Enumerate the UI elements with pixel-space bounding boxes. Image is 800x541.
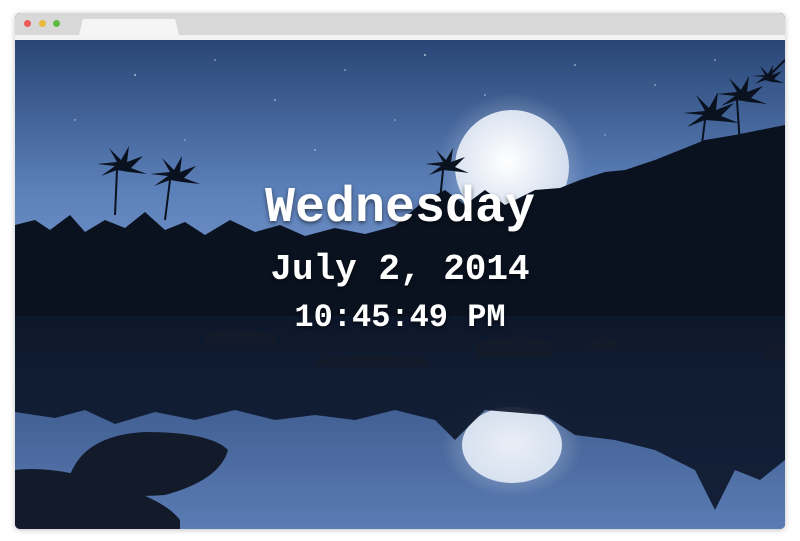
date-text: July 2, 2014 xyxy=(270,249,530,290)
maximize-window-button[interactable] xyxy=(53,20,60,27)
minimize-window-button[interactable] xyxy=(39,20,46,27)
browser-tab[interactable] xyxy=(79,19,179,35)
title-bar xyxy=(15,13,785,35)
browser-window: Wednesday July 2, 2014 10:45:49 PM xyxy=(15,13,785,529)
close-window-button[interactable] xyxy=(24,20,31,27)
clock-display: Wednesday July 2, 2014 10:45:49 PM xyxy=(15,40,785,529)
time-text: 10:45:49 PM xyxy=(294,299,506,336)
day-of-week: Wednesday xyxy=(264,180,536,237)
